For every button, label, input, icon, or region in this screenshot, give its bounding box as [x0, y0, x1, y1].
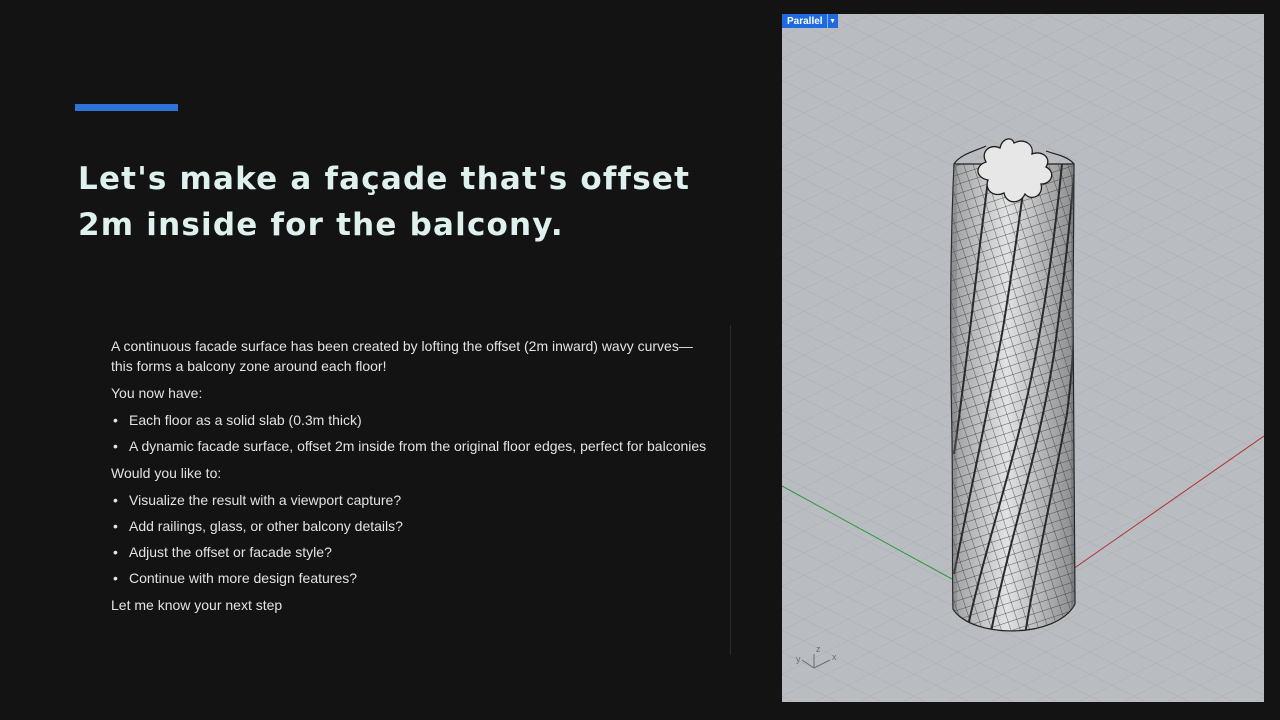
axis-z-label: z: [816, 644, 821, 654]
bullet-icon: •: [113, 412, 118, 428]
accent-bar: [75, 104, 178, 111]
message-closing: Let me know your next step: [111, 597, 283, 613]
list-item-text: Visualize the result with a viewport cap…: [129, 492, 402, 508]
list-item: • Continue with more design features?: [111, 568, 711, 588]
list-item: • Add railings, glass, or other balcony …: [111, 516, 711, 536]
list-item-text: Adjust the offset or facade style?: [129, 544, 332, 560]
list-item: • Adjust the offset or facade style?: [111, 542, 711, 562]
bullet-icon: •: [113, 518, 118, 534]
list-item-text: A dynamic facade surface, offset 2m insi…: [129, 438, 707, 454]
bullet-icon: •: [113, 570, 118, 586]
list-item: • Each floor as a solid slab (0.3m thick…: [111, 410, 711, 430]
message-intro: A continuous facade surface has been cre…: [111, 338, 693, 374]
list-item-text: Add railings, glass, or other balcony de…: [129, 518, 403, 534]
slide-title: Let's make a façade that's offset 2m ins…: [78, 161, 691, 243]
chevron-down-icon[interactable]: ▼: [826, 14, 838, 28]
list-item: • Visualize the result with a viewport c…: [111, 490, 711, 510]
axis-x-label: x: [832, 652, 837, 662]
assistant-message: A continuous facade surface has been cre…: [111, 336, 711, 622]
viewport-scene[interactable]: [782, 14, 1264, 702]
axis-y-label: y: [796, 654, 801, 664]
list-item-text: Each floor as a solid slab (0.3m thick): [129, 412, 362, 428]
list-item: • A dynamic facade surface, offset 2m in…: [111, 436, 711, 456]
options-heading: Would you like to:: [111, 465, 222, 481]
have-heading: You now have:: [111, 385, 203, 401]
options-list: • Visualize the result with a viewport c…: [111, 490, 711, 588]
bullet-icon: •: [113, 544, 118, 560]
list-item-text: Continue with more design features?: [129, 570, 358, 586]
have-list: • Each floor as a solid slab (0.3m thick…: [111, 410, 711, 456]
rhino-viewport[interactable]: Parallel ▼ y z x: [782, 14, 1264, 702]
projection-label[interactable]: Parallel ▼: [782, 14, 838, 28]
bullet-icon: •: [113, 492, 118, 508]
bullet-icon: •: [113, 438, 118, 454]
panel-divider: [730, 325, 731, 655]
projection-label-text: Parallel: [787, 15, 823, 27]
